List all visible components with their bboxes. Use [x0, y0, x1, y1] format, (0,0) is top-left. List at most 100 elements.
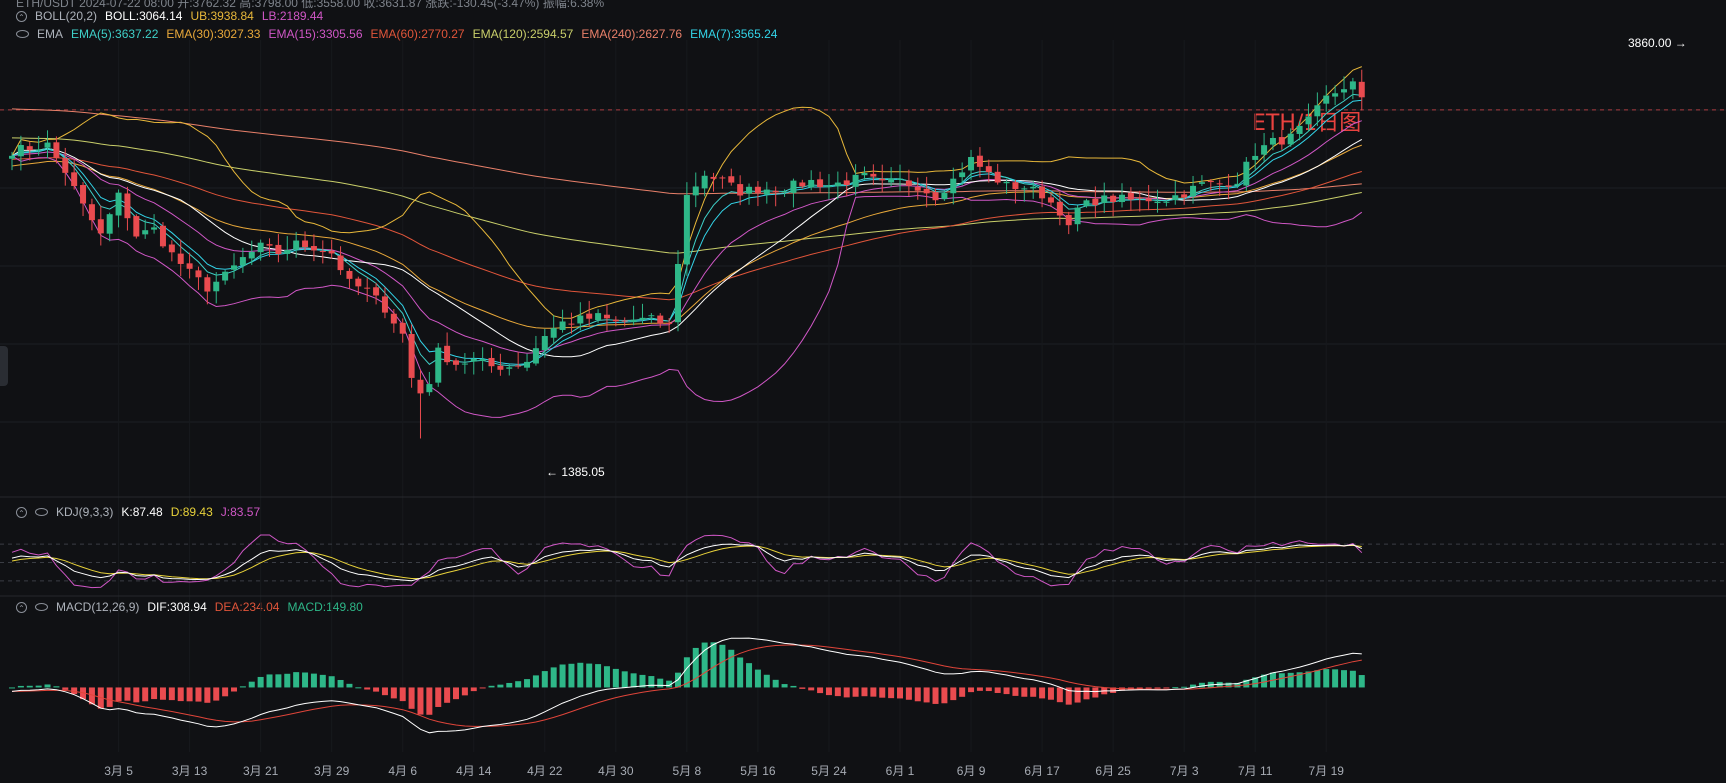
candle-body: [1323, 95, 1330, 104]
macd-bar: [337, 679, 344, 688]
candle-body: [461, 363, 468, 365]
candle-body: [26, 146, 33, 150]
candle-body: [453, 360, 459, 365]
candle-body: [124, 193, 131, 219]
candle-body: [408, 333, 415, 378]
macd-bar: [603, 666, 610, 688]
macd-bar: [408, 687, 415, 709]
candle-body: [985, 166, 992, 173]
macd-bar: [488, 685, 495, 688]
candle-body: [248, 251, 255, 259]
candle-body: [595, 313, 602, 321]
macd-bar: [559, 664, 566, 688]
x-tick-label: 6月 1: [885, 764, 915, 778]
candle-body: [151, 227, 158, 230]
candle-body: [941, 192, 948, 200]
candle-body: [541, 336, 548, 351]
candle-body: [1207, 180, 1214, 183]
x-tick-label: 7月 3: [1169, 764, 1199, 778]
candle-body: [1341, 89, 1347, 93]
candle-body: [346, 270, 353, 279]
x-tick-label: 6月 17: [1024, 764, 1060, 778]
macd-bar: [275, 674, 282, 688]
candle-body: [1083, 200, 1090, 206]
candle-body: [790, 180, 797, 193]
candle-body: [817, 179, 824, 188]
candle-body: [524, 361, 531, 368]
candle-body: [834, 182, 841, 187]
candle-body: [1092, 198, 1099, 206]
x-tick-label: 3月 13: [171, 764, 208, 778]
candle-body: [666, 322, 673, 324]
candle-body: [763, 189, 770, 195]
macd-bar: [390, 687, 397, 699]
macd-bar: [728, 649, 735, 688]
candle-body: [968, 157, 975, 171]
macd-bar: [781, 684, 788, 688]
macd-bar: [595, 664, 602, 688]
macd-bar: [1172, 687, 1179, 689]
x-tick-label: 5月 24: [811, 764, 847, 778]
macd-bar: [399, 687, 406, 702]
macd-bar: [879, 687, 886, 698]
candle-body: [204, 277, 211, 292]
macd-bar: [142, 687, 149, 702]
candle-body: [692, 186, 699, 196]
macd-bar: [231, 687, 237, 692]
macd-bar: [524, 679, 531, 688]
candle-body: [44, 142, 51, 148]
candle-body: [950, 178, 957, 194]
candle-body: [657, 315, 664, 324]
macd-bar: [923, 687, 930, 703]
candle-body: [319, 251, 326, 253]
candle-body: [257, 242, 264, 253]
candle-body: [62, 158, 69, 173]
candle-body: [97, 219, 104, 234]
candle-body: [746, 186, 753, 194]
macd-bar: [497, 684, 504, 688]
macd-bar: [692, 647, 699, 688]
candle-body: [168, 244, 175, 253]
macd-bar: [1030, 687, 1037, 697]
macd-bar: [1341, 670, 1347, 688]
macd-bar: [719, 644, 726, 688]
candle-body: [239, 257, 246, 266]
candle-body: [781, 191, 788, 193]
candle-body: [355, 278, 362, 287]
candle-body: [852, 174, 859, 187]
macd-bar: [1154, 687, 1161, 689]
candle-body: [799, 182, 806, 187]
macd-bar: [284, 673, 291, 688]
macd-bar: [1047, 687, 1054, 700]
candle-body: [879, 178, 886, 181]
candle-body: [1243, 161, 1250, 186]
x-tick-label: 3月 29: [313, 764, 350, 778]
macd-bar: [772, 679, 779, 688]
macd-bar: [1145, 687, 1152, 689]
macd-bar: [364, 687, 371, 690]
candle-body: [417, 379, 424, 394]
candle-body: [719, 177, 726, 179]
macd-bar: [479, 687, 486, 689]
macd-bar: [541, 671, 548, 688]
candle-body: [186, 263, 193, 269]
macd-bar: [106, 687, 113, 707]
macd-bar: [151, 687, 158, 700]
candle-body: [1190, 185, 1197, 197]
candle-body: [701, 175, 708, 189]
candle-body: [159, 225, 166, 247]
macd-bar: [53, 686, 60, 688]
macd-bar: [115, 687, 122, 702]
macd-bar: [586, 663, 593, 688]
macd-bar: [1332, 669, 1339, 688]
macd-bar: [1012, 687, 1019, 696]
macd-bar: [763, 674, 770, 688]
candle-body: [1030, 186, 1037, 189]
macd-bar: [453, 687, 459, 700]
candle-body: [923, 188, 930, 194]
candle-body: [621, 320, 628, 322]
chart-root: { "header_truncated": "ETH/USDT 2024-07-…: [0, 0, 1726, 783]
candle-body: [231, 265, 237, 270]
macd-bar: [346, 683, 353, 688]
macd-bar: [1181, 686, 1188, 688]
